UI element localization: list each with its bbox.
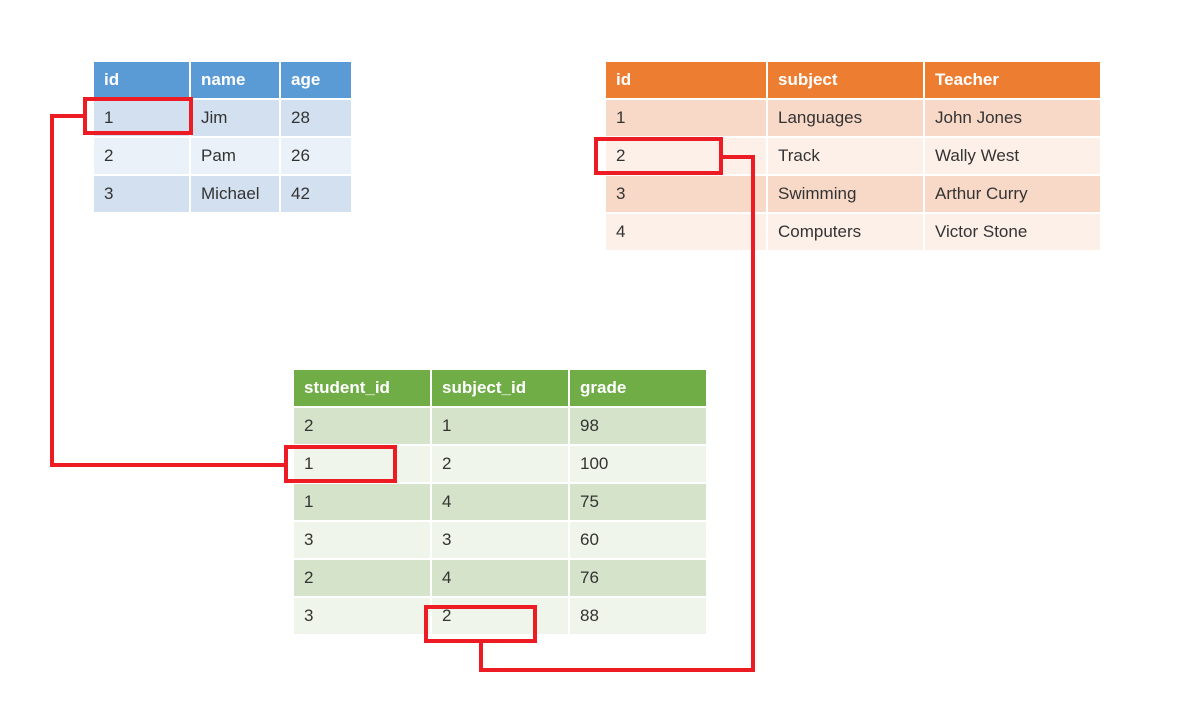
++cell: 1 — [94, 100, 189, 136]
cell: 2 — [432, 598, 568, 634]
table-row: 1 4 75 — [294, 484, 706, 520]
cell: Pam — [191, 138, 279, 174]
table-row: 2 Pam 26 — [94, 138, 351, 174]
cell: 3 — [294, 598, 430, 634]
cell: 100 — [570, 446, 706, 482]
table-row: 3 3 60 — [294, 522, 706, 558]
table-row: 2 4 76 — [294, 560, 706, 596]
cell: 4 — [432, 484, 568, 520]
grades-table: student_id subject_id grade 2 1 98 1 2 1… — [292, 368, 708, 636]
cell: Jim — [191, 100, 279, 136]
table-row: 1 2 100 — [294, 446, 706, 482]
table-row: 1 Jim 28 — [94, 100, 351, 136]
subjects-table: id subject Teacher 1 Languages John Jone… — [604, 60, 1102, 252]
subjects-head: id subject Teacher — [606, 62, 1100, 98]
subjects-col-id: id — [606, 62, 766, 98]
students-head: id name age — [94, 62, 351, 98]
cell: 3 — [94, 176, 189, 212]
table-row: 3 Swimming Arthur Curry — [606, 176, 1100, 212]
grades-col-student: student_id — [294, 370, 430, 406]
cell: 75 — [570, 484, 706, 520]
cell: Victor Stone — [925, 214, 1100, 250]
cell: Computers — [768, 214, 923, 250]
table-row: 3 Michael 42 — [94, 176, 351, 212]
cell: 2 — [294, 408, 430, 444]
students-col-name: name — [191, 62, 279, 98]
cell: 1 — [432, 408, 568, 444]
cell: Track — [768, 138, 923, 174]
grades-col-grade: grade — [570, 370, 706, 406]
grades-head: student_id subject_id grade — [294, 370, 706, 406]
cell: 60 — [570, 522, 706, 558]
cell: Wally West — [925, 138, 1100, 174]
students-col-age: age — [281, 62, 351, 98]
cell: 2 — [294, 560, 430, 596]
table-row: 2 Track Wally West — [606, 138, 1100, 174]
table-row: 4 Computers Victor Stone — [606, 214, 1100, 250]
subjects-col-subject: subject — [768, 62, 923, 98]
cell: 4 — [432, 560, 568, 596]
table-row: 2 1 98 — [294, 408, 706, 444]
cell: Arthur Curry — [925, 176, 1100, 212]
cell: 1 — [606, 100, 766, 136]
cell: 3 — [294, 522, 430, 558]
cell: Michael — [191, 176, 279, 212]
cell: Swimming — [768, 176, 923, 212]
students-table: id name age 1 Jim 28 2 Pam 26 3 Michael … — [92, 60, 353, 214]
cell: John Jones — [925, 100, 1100, 136]
cell: 98 — [570, 408, 706, 444]
grades-col-subject: subject_id — [432, 370, 568, 406]
cell: 3 — [432, 522, 568, 558]
students-col-id: id — [94, 62, 189, 98]
cell: 4 — [606, 214, 766, 250]
cell: 2 — [94, 138, 189, 174]
cell: 88 — [570, 598, 706, 634]
cell: 76 — [570, 560, 706, 596]
subjects-col-teacher: Teacher — [925, 62, 1100, 98]
table-row: 3 2 88 — [294, 598, 706, 634]
cell: 42 — [281, 176, 351, 212]
cell: 2 — [432, 446, 568, 482]
cell: 26 — [281, 138, 351, 174]
table-row: 1 Languages John Jones — [606, 100, 1100, 136]
cell: 1 — [294, 446, 430, 482]
cell: Languages — [768, 100, 923, 136]
cell: 28 — [281, 100, 351, 136]
cell: 3 — [606, 176, 766, 212]
cell: 1 — [294, 484, 430, 520]
cell: 2 — [606, 138, 766, 174]
